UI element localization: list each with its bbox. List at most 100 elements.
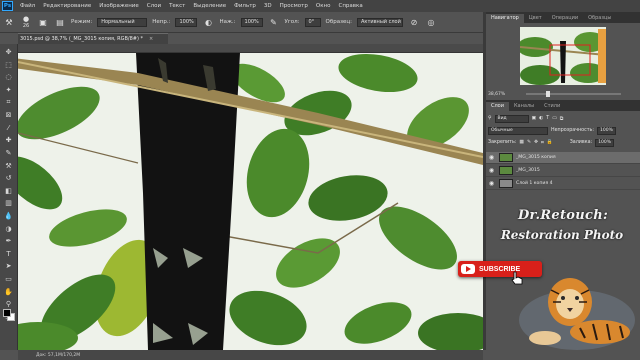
airbrush-icon[interactable]: ✎ [268,16,280,28]
eraser-tool-icon[interactable]: ◧ [2,185,15,196]
dodge-tool-icon[interactable]: ◑ [2,223,15,234]
tools-panel: ✥ ⬚ ◌ ✦ ⌗ ⊠ ⁄ ✚ ✎ ⚒ ↺ ◧ ▥ 💧 ◑ ✒ T ➤ ▭ ✋ … [0,44,18,350]
navigator-zoom-value[interactable]: 38,67% [488,92,505,97]
lock-artboard-icon[interactable]: ⌗ [541,140,544,146]
filter-search-icon: ⚲ [488,116,492,121]
watermark-subtitle: Restoration Photo [500,228,624,242]
layer-name: _MG_3015 копия [516,155,556,160]
filter-adjust-icon[interactable]: ◐ [539,116,543,121]
photoshop-logo: Ps [2,1,13,11]
close-icon[interactable]: × [149,36,153,42]
tab-navigator[interactable]: Навигатор [486,14,524,23]
navigator-zoom-slider[interactable] [526,93,621,95]
tab-swatches[interactable]: Образцы [583,14,616,23]
filter-smart-icon[interactable]: ⧉ [560,116,563,122]
path-select-tool-icon[interactable]: ➤ [2,261,15,272]
brush-size-value: 26 [22,22,30,29]
navigator-panel-tabs: Навигатор Цвет Операции Образцы [486,12,640,23]
mode-select[interactable]: Нормальный [97,17,148,27]
layer-row[interactable]: ◉ _MG_3015 [486,165,640,177]
tab-color[interactable]: Цвет [524,14,547,23]
ignore-adjustments-icon[interactable]: ⊘ [408,16,420,28]
brush-tool-icon[interactable]: ✎ [2,148,15,159]
document-canvas[interactable] [18,53,483,350]
menu-file[interactable]: Файл [16,3,39,9]
menu-window[interactable]: Окно [312,3,335,9]
hand-tool-icon[interactable]: ✋ [2,286,15,297]
opacity-label: Непр.: [152,19,171,25]
menu-3d[interactable]: 3D [260,3,276,9]
pen-tool-icon[interactable]: ✒ [2,236,15,247]
layer-row[interactable]: ◉ _MG_3015 копия [486,152,640,164]
pressure-size-icon[interactable]: ◎ [425,16,437,28]
filter-pixel-icon[interactable]: ▣ [532,116,537,121]
mode-label: Режим: [71,19,93,25]
clone-stamp-tool-icon-side[interactable]: ⚒ [2,160,15,171]
layer-name: Слой 1 копия 4 [516,181,553,186]
healing-brush-tool-icon[interactable]: ✚ [2,135,15,146]
blur-tool-icon[interactable]: 💧 [2,211,15,222]
menu-help[interactable]: Справка [334,3,366,9]
quick-select-tool-icon[interactable]: ✦ [2,85,15,96]
eye-icon[interactable]: ◉ [486,154,497,161]
crop-tool-icon[interactable]: ⌗ [2,97,15,108]
rectangle-tool-icon[interactable]: ▭ [2,273,15,284]
canvas-image [18,53,483,350]
layer-thumbnail [499,153,513,162]
opacity-input[interactable]: 100% [175,17,198,27]
watermark-title: Dr.Retouch: [517,208,609,223]
menu-select[interactable]: Выделение [189,3,230,9]
eye-icon[interactable]: ◉ [486,180,497,187]
menu-filter[interactable]: Фильтр [230,3,260,9]
horizontal-ruler [18,44,483,53]
lock-paint-icon[interactable]: ✎ [527,140,531,145]
angle-label: Угол: [284,19,300,25]
foreground-color-swatch[interactable] [3,309,11,317]
flow-input[interactable]: 100% [240,17,263,27]
pressure-opacity-icon[interactable]: ◐ [202,16,214,28]
menu-text[interactable]: Текст [165,3,189,9]
lock-move-icon[interactable]: ✥ [534,140,538,145]
status-bar: Док: 57,1М/170,2М [18,350,483,360]
tab-channels[interactable]: Каналы [509,102,539,111]
tab-styles[interactable]: Стили [539,102,565,111]
navigator-preview[interactable] [520,27,606,85]
blend-mode-select[interactable]: Обычные [488,126,548,135]
layers-filter-select[interactable]: Вид [494,114,529,123]
menu-bar: Ps Файл Редактирование Изображение Слои … [0,0,640,12]
sample-select[interactable]: Активный слой [357,17,403,27]
layers-panel-tabs: Слои Каналы Стили [486,100,640,111]
move-tool-icon[interactable]: ✥ [2,47,15,58]
menu-image[interactable]: Изображение [95,3,143,9]
document-tab[interactable]: 3015.psd @ 38,7% (_MG_3015 копия, RGB/8#… [18,33,168,44]
type-tool-icon[interactable]: T [2,248,15,259]
history-brush-tool-icon[interactable]: ↺ [2,173,15,184]
brush-preset-icon[interactable]: ● 26 [20,15,32,29]
lasso-tool-icon[interactable]: ◌ [2,72,15,83]
lock-pixels-icon[interactable]: ▦ [519,140,524,145]
menu-edit[interactable]: Редактирование [39,3,95,9]
tab-actions[interactable]: Операции [547,14,583,23]
menu-view[interactable]: Просмотр [276,3,312,9]
marquee-tool-icon[interactable]: ⬚ [2,59,15,70]
lock-all-icon[interactable]: 🔒 [547,140,553,145]
filter-type-icon[interactable]: T [546,116,549,121]
frame-tool-icon[interactable]: ⊠ [2,110,15,121]
eyedropper-tool-icon[interactable]: ⁄ [2,122,15,133]
gradient-tool-icon[interactable]: ▥ [2,198,15,209]
tiger-logo [519,278,635,350]
eye-icon[interactable]: ◉ [486,167,497,174]
fill-input[interactable]: 100% [595,138,615,147]
sample-label: Образец: [325,19,353,25]
clone-stamp-tool-icon[interactable]: ⚒ [3,16,15,28]
menu-layers[interactable]: Слои [143,3,165,9]
filter-shape-icon[interactable]: ▭ [552,116,557,121]
layer-thumbnail [499,179,513,188]
navigator-zoom-knob[interactable] [546,91,550,97]
brush-panel-icon[interactable]: ▣ [37,16,49,28]
angle-input[interactable]: 0° [304,17,321,27]
layer-row[interactable]: ◉ Слой 1 копия 4 [486,178,640,190]
layer-opacity-input[interactable]: 100% [597,126,616,135]
clone-source-icon[interactable]: ▤ [54,16,66,28]
tab-layers[interactable]: Слои [486,102,509,111]
